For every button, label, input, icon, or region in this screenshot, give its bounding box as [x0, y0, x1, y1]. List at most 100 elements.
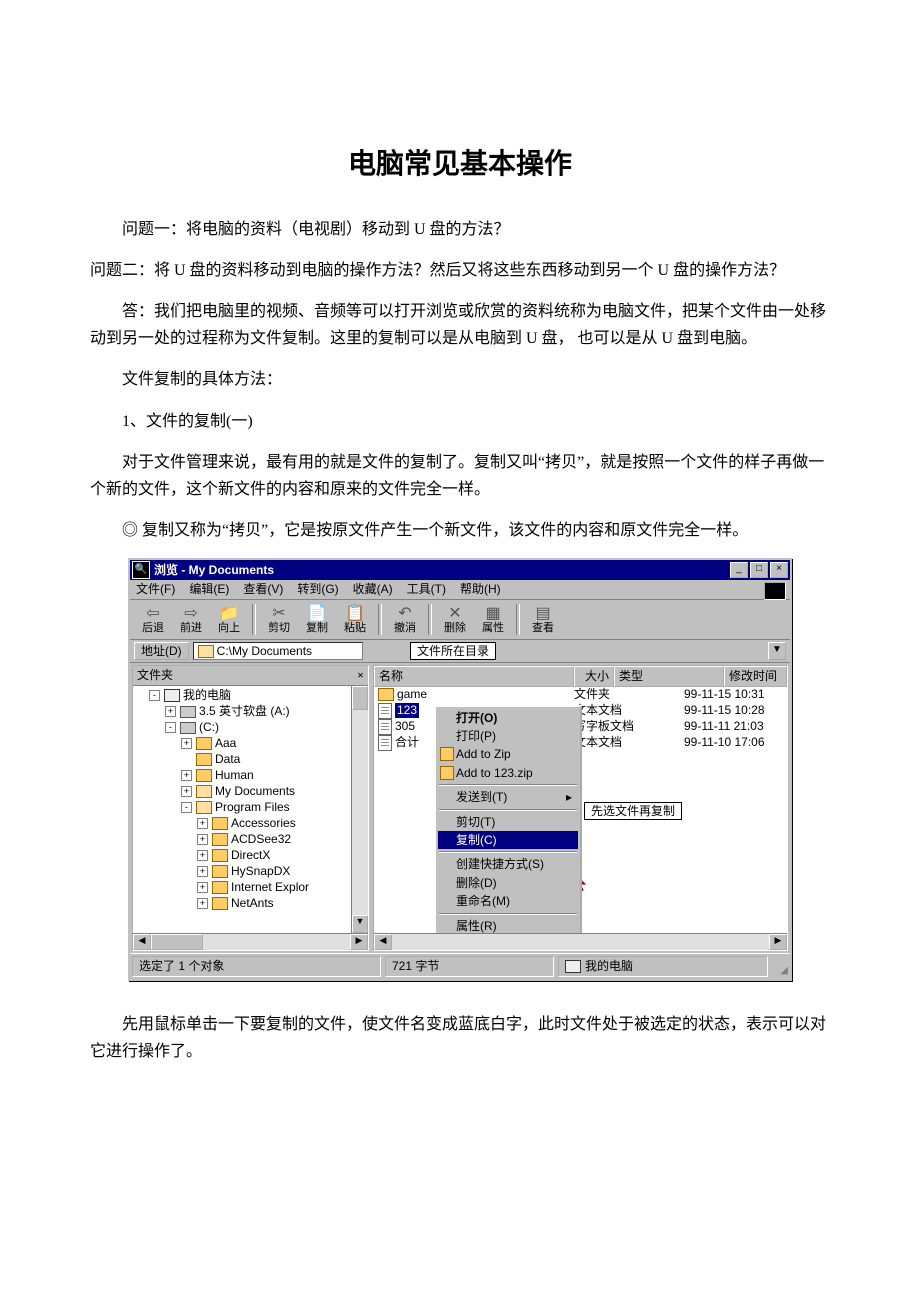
ctx-addzip[interactable]: Add to Zip [438, 745, 578, 763]
cut-button[interactable]: ✂剪切 [262, 604, 296, 635]
zip-icon [440, 766, 454, 780]
ctx-properties[interactable]: 属性(R) [438, 917, 578, 934]
close-button[interactable]: × [770, 562, 788, 578]
folder-open-icon [196, 801, 212, 814]
list-hscroll[interactable]: ◀▶ [374, 933, 787, 950]
folder-icon [212, 865, 228, 878]
undo-button[interactable]: ↶撤消 [388, 604, 422, 635]
tree-node-human[interactable]: +Human [137, 768, 368, 784]
tree-node-mycomputer[interactable]: -我的电脑 [137, 688, 368, 704]
drive-icon [180, 722, 196, 734]
tree-node-floppy[interactable]: +3.5 英寸软盘 (A:) [137, 704, 368, 720]
menu-tools[interactable]: 工具(T) [407, 582, 446, 596]
tree-node-c[interactable]: -(C:) [137, 720, 368, 736]
app-icon: 🔍 [132, 561, 150, 579]
properties-button[interactable]: ▦属性 [476, 604, 510, 635]
col-type[interactable]: 类型 [614, 666, 724, 686]
computer-icon [565, 960, 581, 973]
address-dropdown-button[interactable]: ▼ [768, 642, 786, 660]
ctx-open[interactable]: 打开(O) [438, 709, 578, 727]
view-button[interactable]: ▤查看 [526, 604, 560, 635]
menu-file[interactable]: 文件(F) [136, 582, 175, 596]
col-size[interactable]: 大小 [574, 666, 614, 686]
panes: 文件夹 × -我的电脑 +3.5 英寸软盘 (A:) -(C:) +Aaa Da… [130, 663, 790, 953]
separator-icon [378, 604, 382, 635]
copy-button[interactable]: 📄复制 [300, 604, 334, 635]
tree-title: 文件夹 [137, 668, 173, 682]
para-q1: 问题一：将电脑的资料（电视剧）移动到 U 盘的方法？ [90, 216, 830, 243]
ctx-copy[interactable]: 复制(C) [438, 831, 578, 849]
resize-grip-icon[interactable]: ◢ [770, 954, 790, 978]
folder-tree-pane: 文件夹 × -我的电脑 +3.5 英寸软盘 (A:) -(C:) +Aaa Da… [132, 665, 369, 951]
forward-button[interactable]: ⇨前进 [174, 604, 208, 635]
tree-node-aaa[interactable]: +Aaa [137, 736, 368, 752]
tree-node-data[interactable]: Data [137, 752, 368, 768]
address-path: C:\My Documents [217, 644, 312, 658]
folder-icon [212, 881, 228, 894]
folder-icon [212, 849, 228, 862]
file-list-pane: 名称 大小 类型 修改时间 game 文件夹99-11-15 10:31 123… [373, 665, 788, 951]
delete-button[interactable]: ✕删除 [438, 604, 472, 635]
tree-vscroll[interactable]: ▼ [351, 686, 368, 934]
address-callout: 文件所在目录 [410, 642, 496, 660]
list-item[interactable]: game 文件夹99-11-15 10:31 [374, 687, 787, 703]
tree-node-mydocs[interactable]: +My Documents [137, 784, 368, 800]
minimize-button[interactable]: _ [730, 562, 748, 578]
folder-icon [212, 833, 228, 846]
separator-icon [516, 604, 520, 635]
up-button[interactable]: 📁向上 [212, 604, 246, 635]
col-time[interactable]: 修改时间 [724, 666, 787, 686]
document-icon [378, 719, 392, 735]
address-bar: 地址(D) C:\My Documents 文件所在目录 ▼ [130, 640, 790, 663]
tree-close-button[interactable]: × [357, 668, 364, 682]
ctx-addzip2[interactable]: Add to 123.zip [438, 764, 578, 782]
file-list[interactable]: game 文件夹99-11-15 10:31 123 文本文档99-11-15 … [374, 687, 787, 934]
col-name[interactable]: 名称 [374, 666, 574, 686]
para-explain2: ◎ 复制又称为“拷贝”，它是按原文件产生一个新文件，该文件的内容和原文件完全一样… [90, 517, 830, 544]
folder-icon [196, 737, 212, 750]
tree-node-accessories[interactable]: +Accessories [137, 816, 368, 832]
para-after: 先用鼠标单击一下要复制的文件，使文件名变成蓝底白字，此时文件处于被选定的状态，表… [90, 1011, 830, 1065]
document-page: 电脑常见基本操作 问题一：将电脑的资料（电视剧）移动到 U 盘的方法？ 问题二：… [0, 0, 920, 1302]
folder-icon [378, 688, 394, 701]
context-menu: 打开(O) 打印(P) Add to Zip Add to 123.zip 发送… [434, 705, 582, 934]
tree-hscroll[interactable]: ◀▶ [133, 933, 368, 950]
document-icon [378, 735, 392, 751]
ctx-sendto[interactable]: 发送到(T)▸ [438, 788, 578, 806]
ctx-print[interactable]: 打印(P) [438, 727, 578, 745]
folder-tree[interactable]: -我的电脑 +3.5 英寸软盘 (A:) -(C:) +Aaa Data +Hu… [133, 686, 368, 934]
menu-favorites[interactable]: 收藏(A) [353, 582, 393, 596]
menu-edit[interactable]: 编辑(E) [189, 582, 229, 596]
tree-node-directx[interactable]: +DirectX [137, 848, 368, 864]
tree-node-progfiles[interactable]: -Program Files [137, 800, 368, 816]
tree-node-ie[interactable]: +Internet Explor [137, 880, 368, 896]
tree-node-hsnap[interactable]: +HySnapDX [137, 864, 368, 880]
tree-node-acdsee[interactable]: +ACDSee32 [137, 832, 368, 848]
address-label: 地址(D) [134, 642, 189, 660]
ctx-shortcut[interactable]: 创建快捷方式(S) [438, 855, 578, 873]
folder-icon [212, 817, 228, 830]
separator-icon [252, 604, 256, 635]
menubar: 文件(F) 编辑(E) 查看(V) 转到(G) 收藏(A) 工具(T) 帮助(H… [130, 580, 790, 599]
maximize-button[interactable]: □ [750, 562, 768, 578]
document-icon [378, 703, 392, 719]
back-button[interactable]: ⇦后退 [136, 604, 170, 635]
menu-help[interactable]: 帮助(H) [460, 582, 501, 596]
para-q2: 问题二：将 U 盘的资料移动到电脑的操作方法？然后又将这些东西移动到另一个 U … [90, 257, 830, 284]
titlebar[interactable]: 🔍 浏览 - My Documents _ □ × [130, 560, 790, 580]
para-answer: 答：我们把电脑里的视频、音频等可以打开浏览或欣赏的资料统称为电脑文件，把某个文件… [90, 298, 830, 352]
folder-icon [196, 769, 212, 782]
statusbar: 选定了 1 个对象 721 字节 我的电脑 ◢ [130, 953, 790, 978]
address-combo[interactable]: C:\My Documents [193, 642, 363, 660]
paste-button[interactable]: 📋粘贴 [338, 604, 372, 635]
ctx-delete[interactable]: 删除(D) [438, 874, 578, 892]
tree-node-netants[interactable]: +NetAnts [137, 896, 368, 912]
hint-callout: 先选文件再复制 [584, 802, 682, 820]
status-location: 我的电脑 [558, 956, 768, 976]
menu-goto[interactable]: 转到(G) [297, 582, 338, 596]
folder-icon [212, 897, 228, 910]
menu-view[interactable]: 查看(V) [243, 582, 283, 596]
para-method-head: 文件复制的具体方法： [90, 366, 830, 393]
ctx-cut[interactable]: 剪切(T) [438, 813, 578, 831]
ctx-rename[interactable]: 重命名(M) [438, 892, 578, 910]
